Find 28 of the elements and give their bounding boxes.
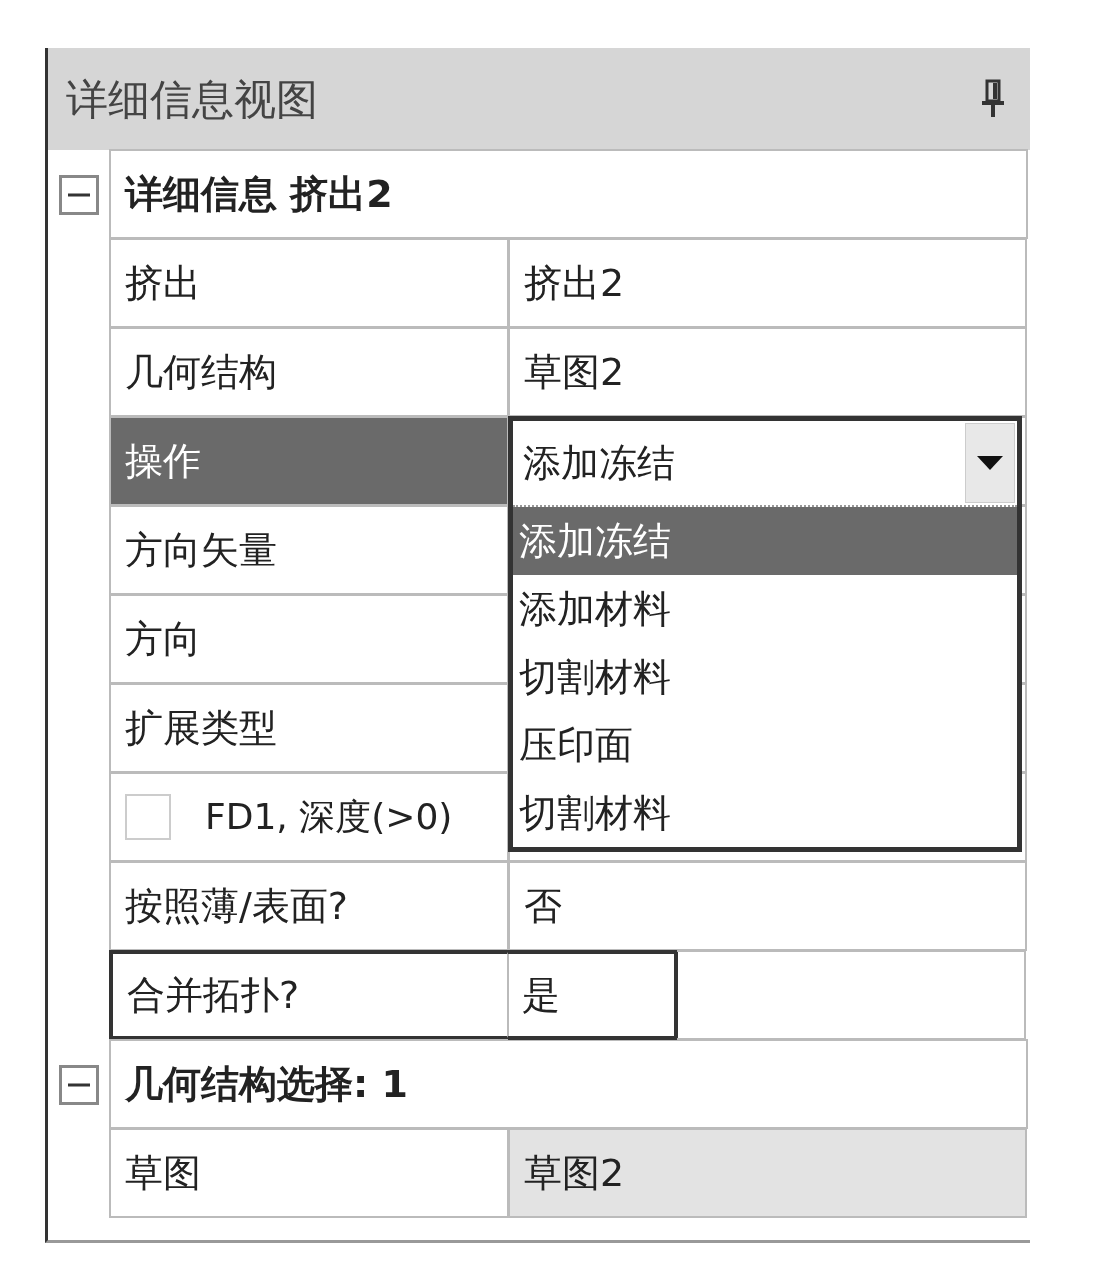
- dropdown-value: 添加冻结: [523, 439, 675, 487]
- dropdown-option[interactable]: 添加冻结: [513, 507, 1017, 575]
- dropdown-button[interactable]: [965, 423, 1015, 503]
- collapse-icon[interactable]: [59, 1064, 99, 1105]
- property-label: 按照薄/表面?: [125, 882, 348, 930]
- property-label: 扩展类型: [125, 704, 277, 752]
- dropdown-option[interactable]: 切割材料: [513, 643, 1017, 711]
- caret-icon: [977, 456, 1003, 470]
- property-label: 方向矢量: [125, 526, 277, 574]
- property-label: 挤出: [125, 259, 201, 307]
- property-label: 方向: [125, 615, 201, 663]
- collapse-icon[interactable]: [59, 174, 99, 215]
- property-value: 草图2: [524, 348, 625, 396]
- property-label: 几何结构: [125, 348, 277, 396]
- property-value: 否: [524, 882, 562, 930]
- property-label: FD1, 深度(>0): [205, 795, 453, 839]
- property-value: 草图2: [524, 1149, 625, 1197]
- pin-icon[interactable]: [980, 79, 1006, 119]
- property-label: 合并拓扑?: [127, 971, 300, 1019]
- group-header: 详细信息 挤出2: [109, 149, 1028, 239]
- checkbox[interactable]: [125, 794, 171, 840]
- property-value: 是: [522, 971, 560, 1019]
- dropdown-option[interactable]: 压印面: [513, 711, 1017, 779]
- dropdown-option[interactable]: 添加材料: [513, 575, 1017, 643]
- property-value: 挤出2: [524, 259, 625, 307]
- property-label: 草图: [125, 1149, 201, 1197]
- property-label: 操作: [125, 437, 201, 485]
- panel-title: 详细信息视图: [66, 73, 318, 126]
